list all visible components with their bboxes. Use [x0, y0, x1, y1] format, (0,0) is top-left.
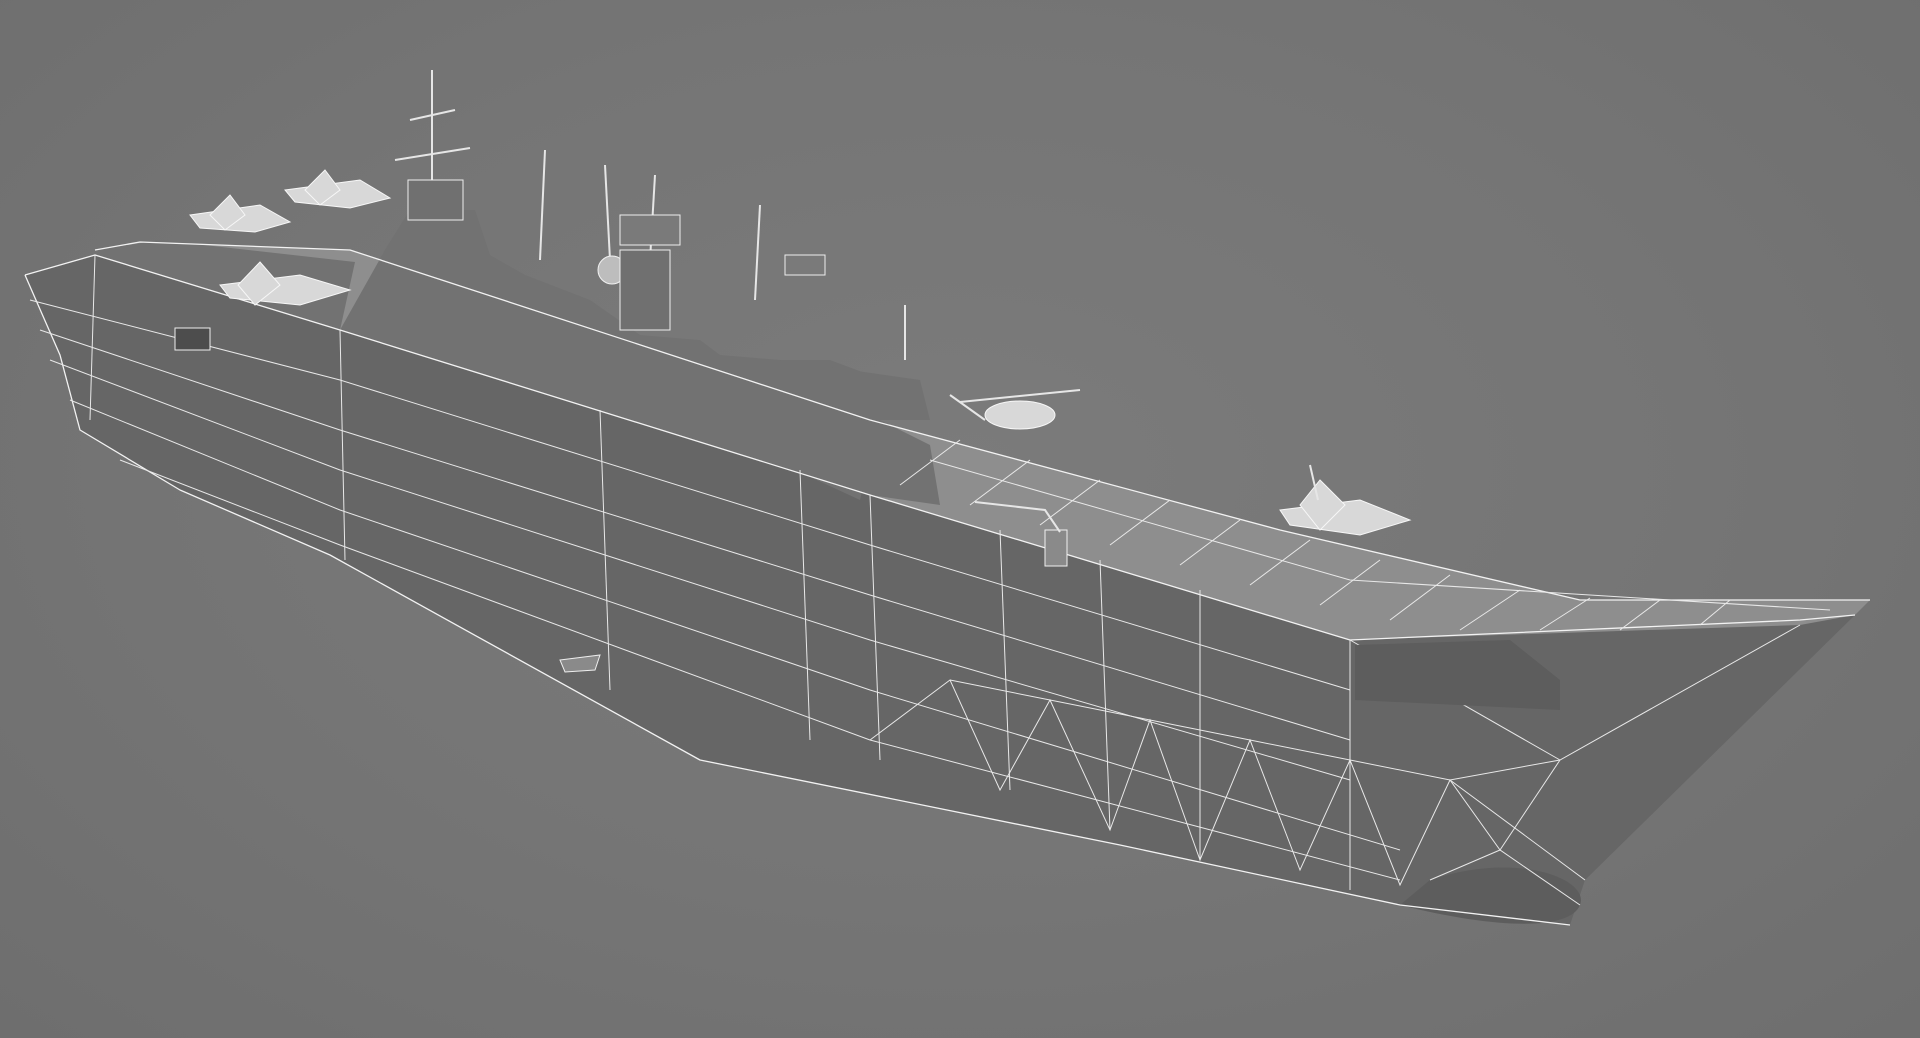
main-mast: [394, 70, 471, 221]
aircraft-forward: [1279, 464, 1412, 536]
render-viewport: [0, 0, 1920, 1038]
hull-side: [25, 255, 1855, 925]
stern-opening: [174, 327, 211, 351]
aircraft-aft-2: [284, 169, 392, 209]
helicopter-deck: [949, 389, 1081, 430]
ship-wireframe-render: [24, 70, 1870, 926]
aircraft-aft-1: [189, 194, 292, 233]
